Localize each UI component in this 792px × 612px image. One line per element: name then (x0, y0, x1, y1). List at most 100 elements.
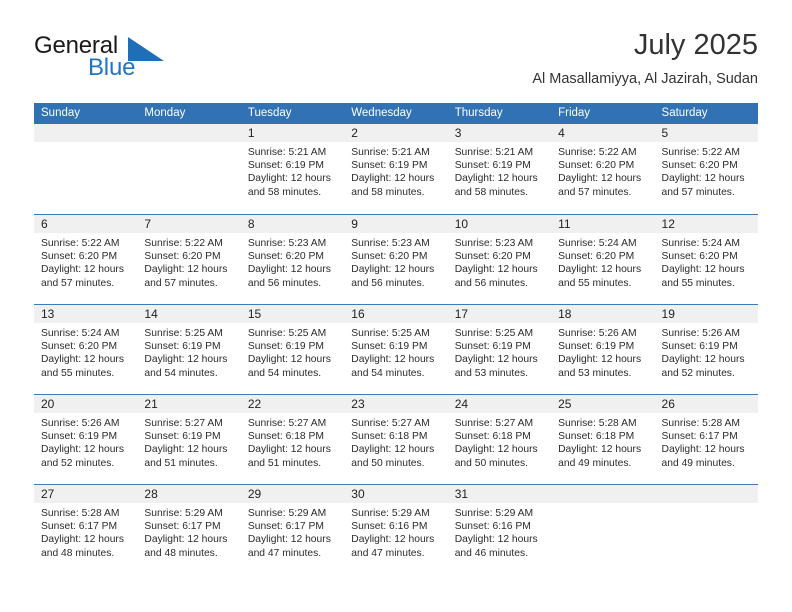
day-info: Sunrise: 5:23 AM Sunset: 6:20 PM Dayligh… (344, 233, 447, 290)
day-number-band: 30 (344, 485, 448, 503)
day-cell[interactable]: 8 Sunrise: 5:23 AM Sunset: 6:20 PM Dayli… (240, 215, 345, 304)
daylight-text-line2: and 50 minutes. (351, 457, 425, 469)
daylight-text-line1: Daylight: 12 hours (661, 173, 745, 185)
day-number-band: 24 (447, 395, 552, 413)
day-number: 4 (558, 126, 565, 140)
day-cell[interactable]: 4 Sunrise: 5:22 AM Sunset: 6:20 PM Dayli… (551, 124, 655, 214)
sunrise-text: Sunrise: 5:27 AM (351, 418, 430, 429)
day-number-band: 29 (240, 485, 345, 503)
day-cell[interactable]: 10 Sunrise: 5:23 AM Sunset: 6:20 PM Dayl… (447, 215, 552, 304)
day-cell[interactable]: 9 Sunrise: 5:23 AM Sunset: 6:20 PM Dayli… (344, 215, 448, 304)
day-cell[interactable]: 24 Sunrise: 5:27 AM Sunset: 6:18 PM Dayl… (447, 395, 552, 484)
day-cell[interactable]: 31 Sunrise: 5:29 AM Sunset: 6:16 PM Dayl… (447, 485, 552, 574)
day-cell[interactable] (551, 485, 655, 574)
sunset-text: Sunset: 6:20 PM (144, 251, 221, 263)
day-cell[interactable]: 12 Sunrise: 5:24 AM Sunset: 6:20 PM Dayl… (654, 215, 758, 304)
day-info: Sunrise: 5:21 AM Sunset: 6:19 PM Dayligh… (344, 142, 447, 199)
day-cell[interactable]: 23 Sunrise: 5:27 AM Sunset: 6:18 PM Dayl… (344, 395, 448, 484)
day-cell[interactable]: 29 Sunrise: 5:29 AM Sunset: 6:17 PM Dayl… (240, 485, 345, 574)
sunset-text: Sunset: 6:19 PM (454, 341, 531, 353)
daylight-text-line2: and 56 minutes. (247, 277, 322, 289)
day-cell[interactable]: 30 Sunrise: 5:29 AM Sunset: 6:16 PM Dayl… (344, 485, 448, 574)
day-number: 6 (41, 217, 48, 231)
day-number-band (137, 124, 241, 142)
sunrise-text: Sunrise: 5:26 AM (558, 328, 637, 339)
day-number: 23 (351, 397, 365, 411)
week-row: 13 Sunrise: 5:24 AM Sunset: 6:20 PM Dayl… (34, 304, 758, 394)
day-number-band: 10 (447, 215, 552, 233)
day-cell[interactable]: 2 Sunrise: 5:21 AM Sunset: 6:19 PM Dayli… (344, 124, 448, 214)
day-cell[interactable]: 21 Sunrise: 5:27 AM Sunset: 6:19 PM Dayl… (137, 395, 241, 484)
daylight-text-line2: and 55 minutes. (558, 277, 632, 289)
day-info: Sunrise: 5:22 AM Sunset: 6:20 PM Dayligh… (551, 142, 654, 199)
sunrise-text: Sunrise: 5:24 AM (41, 328, 120, 339)
day-cell[interactable]: 1 Sunrise: 5:21 AM Sunset: 6:19 PM Dayli… (240, 124, 345, 214)
calendar-grid: Sunday Monday Tuesday Wednesday Thursday… (34, 103, 758, 574)
day-cell[interactable] (137, 124, 241, 214)
day-number-band: 13 (34, 305, 138, 323)
day-number: 5 (661, 126, 669, 140)
sunrise-text: Sunrise: 5:26 AM (661, 328, 740, 339)
sunset-text: Sunset: 6:19 PM (144, 431, 221, 443)
day-cell[interactable]: 16 Sunrise: 5:25 AM Sunset: 6:19 PM Dayl… (344, 305, 448, 394)
day-info: Sunrise: 5:27 AM Sunset: 6:18 PM Dayligh… (448, 413, 551, 470)
daylight-text-line2: and 58 minutes. (454, 186, 528, 198)
daylight-text-line2: and 57 minutes. (41, 277, 115, 289)
day-cell[interactable]: 25 Sunrise: 5:28 AM Sunset: 6:18 PM Dayl… (551, 395, 655, 484)
daylight-text-line1: Daylight: 12 hours (454, 264, 538, 276)
daylight-text-line1: Daylight: 12 hours (351, 534, 435, 546)
day-cell[interactable]: 26 Sunrise: 5:28 AM Sunset: 6:17 PM Dayl… (654, 395, 758, 484)
day-cell[interactable]: 27 Sunrise: 5:28 AM Sunset: 6:17 PM Dayl… (34, 485, 138, 574)
brand-triangle-icon (128, 37, 164, 61)
day-cell[interactable]: 18 Sunrise: 5:26 AM Sunset: 6:19 PM Dayl… (551, 305, 655, 394)
day-cell[interactable]: 28 Sunrise: 5:29 AM Sunset: 6:17 PM Dayl… (137, 485, 241, 574)
day-cell[interactable]: 5 Sunrise: 5:22 AM Sunset: 6:20 PM Dayli… (654, 124, 758, 214)
sunrise-text: Sunrise: 5:21 AM (351, 147, 430, 158)
day-number-band: 9 (344, 215, 448, 233)
day-cell[interactable]: 20 Sunrise: 5:26 AM Sunset: 6:19 PM Dayl… (34, 395, 138, 484)
day-number: 12 (661, 217, 675, 231)
sunrise-text: Sunrise: 5:26 AM (41, 418, 120, 429)
day-number: 26 (661, 397, 675, 411)
day-cell[interactable]: 22 Sunrise: 5:27 AM Sunset: 6:18 PM Dayl… (240, 395, 345, 484)
day-cell[interactable]: 7 Sunrise: 5:22 AM Sunset: 6:20 PM Dayli… (137, 215, 241, 304)
day-number-band: 1 (240, 124, 345, 142)
day-number-band: 15 (240, 305, 345, 323)
day-cell[interactable]: 11 Sunrise: 5:24 AM Sunset: 6:20 PM Dayl… (551, 215, 655, 304)
day-cell[interactable]: 19 Sunrise: 5:26 AM Sunset: 6:19 PM Dayl… (654, 305, 758, 394)
day-cell[interactable]: 6 Sunrise: 5:22 AM Sunset: 6:20 PM Dayli… (34, 215, 138, 304)
day-info: Sunrise: 5:24 AM Sunset: 6:20 PM Dayligh… (34, 323, 137, 380)
day-cell[interactable]: 17 Sunrise: 5:25 AM Sunset: 6:19 PM Dayl… (447, 305, 552, 394)
daylight-text-line2: and 54 minutes. (144, 367, 218, 379)
daylight-text-line2: and 57 minutes. (661, 186, 735, 198)
day-cell[interactable]: 14 Sunrise: 5:25 AM Sunset: 6:19 PM Dayl… (137, 305, 241, 394)
day-number-band: 4 (551, 124, 655, 142)
sunset-text: Sunset: 6:20 PM (41, 251, 118, 263)
day-number-band (34, 124, 138, 142)
day-info: Sunrise: 5:25 AM Sunset: 6:19 PM Dayligh… (448, 323, 551, 380)
sunset-text: Sunset: 6:19 PM (661, 341, 738, 353)
day-number-band: 3 (447, 124, 552, 142)
day-number-band: 17 (447, 305, 552, 323)
daylight-text-line2: and 56 minutes. (351, 277, 425, 289)
sunset-text: Sunset: 6:17 PM (247, 521, 324, 533)
day-info: Sunrise: 5:26 AM Sunset: 6:19 PM Dayligh… (34, 413, 137, 470)
day-cell[interactable] (654, 485, 758, 574)
day-number-band (654, 485, 758, 503)
daylight-text-line1: Daylight: 12 hours (454, 354, 538, 366)
sunrise-text: Sunrise: 5:25 AM (454, 328, 534, 339)
sunrise-text: Sunrise: 5:21 AM (454, 147, 534, 158)
day-number-band: 21 (137, 395, 241, 413)
day-cell[interactable]: 15 Sunrise: 5:25 AM Sunset: 6:19 PM Dayl… (240, 305, 345, 394)
daylight-text-line1: Daylight: 12 hours (351, 173, 435, 185)
daylight-text-line2: and 53 minutes. (558, 367, 632, 379)
brand-logo[interactable]: General Blue (34, 32, 164, 88)
sunrise-text: Sunrise: 5:22 AM (661, 147, 740, 158)
day-cell[interactable]: 13 Sunrise: 5:24 AM Sunset: 6:20 PM Dayl… (34, 305, 138, 394)
day-cell[interactable]: 3 Sunrise: 5:21 AM Sunset: 6:19 PM Dayli… (447, 124, 552, 214)
day-info: Sunrise: 5:24 AM Sunset: 6:20 PM Dayligh… (551, 233, 654, 290)
sunrise-text: Sunrise: 5:27 AM (247, 418, 327, 429)
day-number: 21 (144, 397, 158, 411)
day-number: 29 (247, 487, 262, 501)
day-cell[interactable] (34, 124, 138, 214)
